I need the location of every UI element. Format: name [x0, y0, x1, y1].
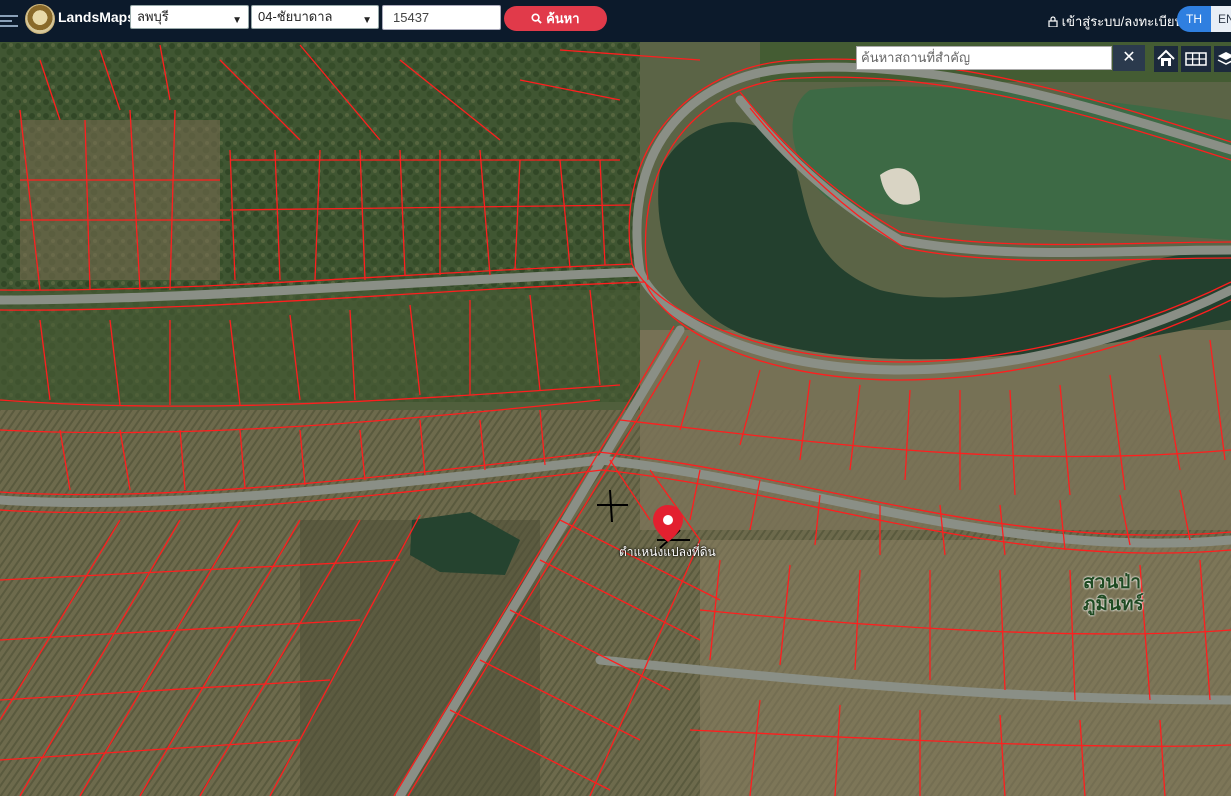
home-button[interactable]	[1154, 46, 1178, 72]
menu-icon[interactable]	[0, 12, 18, 30]
layers-icon	[1217, 52, 1231, 65]
layers-button[interactable]	[1214, 46, 1231, 72]
close-search-button[interactable]: ✕	[1113, 45, 1145, 71]
district-select[interactable]: 04-ชัยบาดาล ▼	[251, 5, 379, 29]
province-value: ลพบุรี	[137, 9, 169, 24]
login-link[interactable]: เข้าสู่ระบบ/ลงทะเบียน	[1048, 11, 1183, 32]
home-icon	[1157, 49, 1175, 66]
district-value: 04-ชัยบาดาล	[258, 9, 333, 24]
search-button-label: ค้นหา	[546, 11, 580, 26]
pin-label: ตำแหน่งแปลงที่ดิน	[619, 545, 716, 559]
top-bar: LandsMaps ลพบุรี ▼ 04-ชัยบาดาล ▼ 15437 ค…	[0, 0, 1231, 42]
app: ตำแหน่งแปลงที่ดิน สวนป่า ภูมินทร์ LandsM…	[0, 0, 1231, 796]
grid-icon	[1185, 52, 1207, 66]
province-select[interactable]: ลพบุรี ▼	[130, 5, 249, 29]
place-search-input[interactable]: ค้นหาสถานที่สำคัญ	[856, 46, 1112, 70]
search-button[interactable]: ค้นหา	[504, 6, 607, 31]
lock-icon	[1048, 16, 1058, 28]
chevron-down-icon: ▼	[362, 15, 372, 26]
map-canvas[interactable]	[0, 42, 1231, 796]
search-icon	[531, 13, 543, 24]
lang-th-button[interactable]: TH	[1177, 6, 1211, 32]
parcel-number-input[interactable]: 15437	[382, 5, 501, 30]
chevron-down-icon: ▼	[232, 15, 242, 26]
lang-en-button[interactable]: EN	[1211, 6, 1231, 32]
app-logo[interactable]	[25, 4, 55, 34]
app-brand: LandsMaps	[58, 9, 136, 25]
login-label: เข้าสู่ระบบ/ลงทะเบียน	[1061, 14, 1184, 29]
grid-button[interactable]	[1181, 46, 1211, 72]
satellite-map[interactable]	[0, 42, 1231, 796]
park-label: สวนป่า ภูมินทร์	[1083, 572, 1144, 615]
